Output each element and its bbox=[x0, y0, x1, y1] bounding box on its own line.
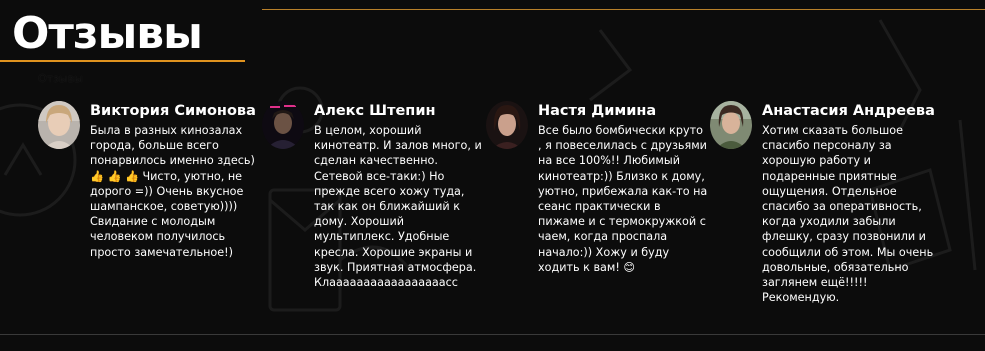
section-title: Отзывы bbox=[12, 8, 203, 59]
reviewer-name: Настя Димина bbox=[538, 103, 657, 119]
avatar bbox=[262, 101, 304, 149]
avatar bbox=[486, 101, 528, 149]
reviews-section: Отзывы Отзывы Виктория Симонова Была в р… bbox=[0, 0, 985, 351]
section-subtitle: Отзывы bbox=[38, 72, 83, 85]
bottom-divider bbox=[0, 334, 985, 335]
review-text: Была в разных кинозалах города, больше в… bbox=[90, 124, 255, 259]
avatar bbox=[38, 101, 80, 149]
reviewer-name: Анастасия Андреева bbox=[762, 103, 935, 119]
review-text: В целом, хороший кинотеатр. И залов мног… bbox=[314, 124, 482, 290]
review-text: Хотим сказать большое спасибо персоналу … bbox=[762, 124, 934, 305]
top-divider bbox=[262, 9, 985, 10]
reviewer-name: Алекс Штепин bbox=[314, 103, 436, 119]
avatar bbox=[710, 101, 752, 149]
review-text: Все было бомбически круто , я повеселила… bbox=[538, 124, 708, 274]
reviewer-name: Виктория Симонова bbox=[90, 103, 256, 119]
title-underline bbox=[0, 60, 245, 62]
